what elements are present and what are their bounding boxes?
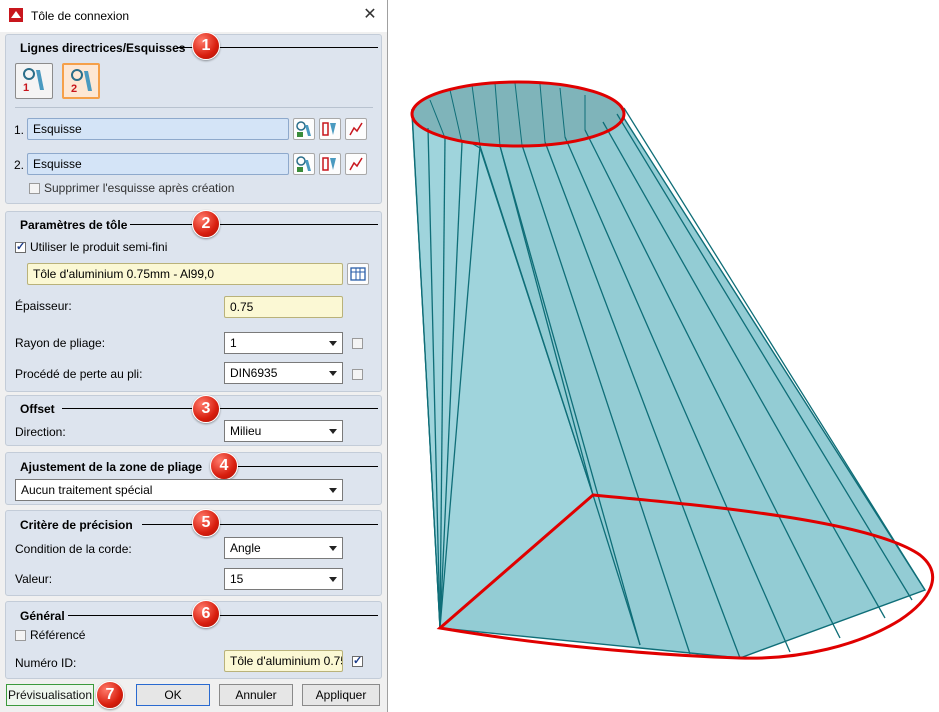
section-title: Paramètres de tôle: [20, 218, 128, 232]
preview-button[interactable]: Prévisualisation: [6, 684, 94, 706]
sketch-1-pick-button[interactable]: [293, 118, 315, 140]
edit-sketch-icon: [322, 157, 336, 171]
section-divider: [142, 524, 378, 525]
section-title: Ajustement de la zone de pliage: [20, 460, 203, 474]
id-number-label: Numéro ID:: [15, 656, 77, 670]
value-select[interactable]: 15: [224, 568, 343, 590]
model-viewport[interactable]: [388, 0, 939, 712]
step-badge-5: 5: [192, 509, 220, 537]
thickness-field[interactable]: 0.75: [224, 296, 343, 318]
chevron-down-icon: [329, 546, 337, 551]
step-badge-7: 7: [96, 681, 124, 709]
mode-two-guides-button[interactable]: 2: [62, 63, 100, 99]
id-number-field[interactable]: Tôle d'aluminium 0.75: [224, 650, 343, 672]
svg-text:1: 1: [23, 82, 29, 94]
thickness-label: Épaisseur:: [15, 299, 72, 313]
app-icon: [9, 8, 23, 22]
bend-loss-label: Procédé de perte au pli:: [15, 367, 143, 381]
section-guides: Lignes directrices/Esquisses 1 1 2 1. Es…: [5, 32, 382, 204]
chord-condition-label: Condition de la corde:: [15, 542, 132, 556]
window-title: Tôle de connexion: [31, 9, 130, 23]
step-badge-6: 6: [192, 600, 220, 628]
direction-label: Direction:: [15, 425, 66, 439]
section-divider: [130, 224, 378, 225]
row-2-number: 2.: [14, 158, 25, 172]
chevron-down-icon: [329, 371, 337, 376]
step-badge-2: 2: [192, 210, 220, 238]
bend-radius-checkbox[interactable]: [352, 338, 363, 349]
apply-button[interactable]: Appliquer: [302, 684, 380, 706]
use-semi-finished-checkbox[interactable]: [15, 240, 26, 253]
bend-loss-select[interactable]: DIN6935: [224, 362, 343, 384]
section-divider: [62, 408, 378, 409]
bend-loss-checkbox[interactable]: [352, 369, 363, 380]
cancel-button[interactable]: Annuler: [219, 684, 293, 706]
section-bend-zone: Ajustement de la zone de pliage 4 Aucun …: [5, 452, 382, 505]
pick-sketch-icon: [296, 156, 311, 172]
section-general: Général 6 Référencé Numéro ID: Tôle d'al…: [5, 600, 382, 679]
catalog-icon: [350, 267, 366, 281]
title-bar: Tôle de connexion ✕: [0, 0, 387, 32]
pick-sketch-icon: [296, 121, 311, 137]
chevron-down-icon: [329, 488, 337, 493]
curve-icon: [349, 157, 363, 171]
section-title: Critère de précision: [20, 518, 133, 532]
chevron-down-icon: [329, 429, 337, 434]
bend-radius-select[interactable]: 1: [224, 332, 343, 354]
bend-radius-value: 1: [230, 336, 237, 350]
edit-sketch-icon: [322, 122, 336, 136]
sketch-1-edit-button[interactable]: [319, 118, 341, 140]
delete-sketch-checkbox[interactable]: [29, 183, 40, 194]
sketch-2-curve-button[interactable]: [345, 153, 367, 175]
section-precision: Critère de précision 5 Condition de la c…: [5, 509, 382, 596]
sketch-2-pick-button[interactable]: [293, 153, 315, 175]
ok-button[interactable]: OK: [136, 684, 210, 706]
sketch-mode-2-icon: 2: [71, 69, 92, 95]
close-button[interactable]: ✕: [355, 2, 385, 28]
bend-zone-value: Aucun traitement spécial: [21, 483, 153, 497]
semi-finished-product-field[interactable]: Tôle d'aluminium 0.75mm - Al99,0: [27, 263, 343, 285]
step-badge-4: 4: [210, 452, 238, 480]
value-value: 15: [230, 572, 244, 586]
sketch-2-edit-button[interactable]: [319, 153, 341, 175]
chevron-down-icon: [329, 577, 337, 582]
direction-value: Milieu: [230, 424, 262, 438]
referenced-checkbox[interactable]: [15, 630, 26, 641]
bend-loss-value: DIN6935: [230, 366, 278, 380]
step-badge-1: 1: [192, 32, 220, 60]
value-label: Valeur:: [15, 572, 53, 586]
bend-radius-label: Rayon de pliage:: [15, 336, 106, 350]
section-title: Lignes directrices/Esquisses: [20, 41, 186, 55]
sketch-1-field[interactable]: Esquisse: [27, 118, 289, 140]
chord-condition-select[interactable]: Angle: [224, 537, 343, 559]
delete-sketch-label: Supprimer l'esquisse après création: [44, 181, 235, 195]
step-badge-3: 3: [192, 395, 220, 423]
section-divider: [68, 615, 378, 616]
svg-text:2: 2: [71, 83, 77, 95]
section-title: Général: [20, 609, 65, 623]
bend-zone-select[interactable]: Aucun traitement spécial: [15, 479, 343, 501]
sketch-2-field[interactable]: Esquisse: [27, 153, 289, 175]
chord-condition-value: Angle: [230, 541, 261, 555]
section-offset: Offset 3 Direction: Milieu: [5, 395, 382, 446]
sketch-mode-1-icon: 1: [23, 68, 44, 94]
row-1-number: 1.: [14, 123, 25, 137]
section-title: Offset: [20, 402, 55, 416]
use-semi-finished-label: Utiliser le produit semi-fini: [30, 240, 168, 254]
mode-one-guide-button[interactable]: 1: [15, 63, 53, 99]
separator: [15, 107, 373, 108]
id-number-checkbox[interactable]: [352, 654, 363, 667]
direction-select[interactable]: Milieu: [224, 420, 343, 442]
sketch-1-curve-button[interactable]: [345, 118, 367, 140]
dialog-tole-de-connexion: Tôle de connexion ✕ Lignes directrices/E…: [0, 0, 388, 712]
chevron-down-icon: [329, 341, 337, 346]
referenced-label: Référencé: [30, 628, 86, 642]
curve-icon: [349, 122, 363, 136]
semi-finished-catalog-button[interactable]: [347, 263, 369, 285]
section-sheet-params: Paramètres de tôle 2 Utiliser le produit…: [5, 210, 382, 392]
